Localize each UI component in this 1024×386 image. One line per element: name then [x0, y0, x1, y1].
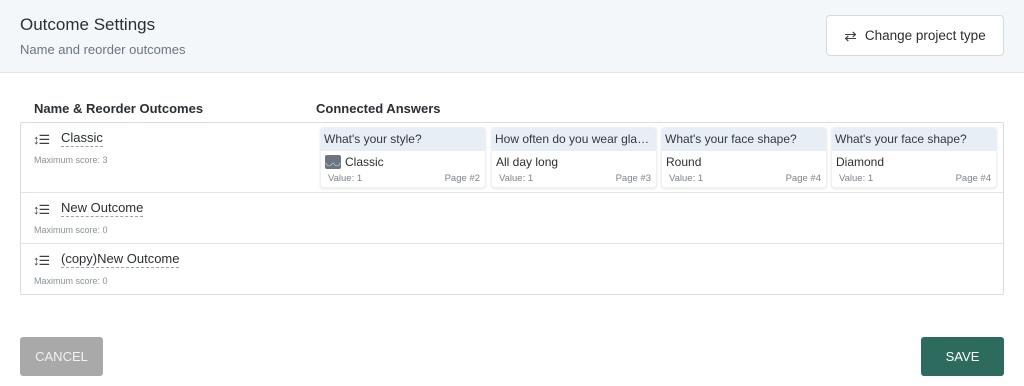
drag-handle-icon[interactable]: ↕☰ — [33, 202, 50, 218]
page-subtitle: Name and reorder outcomes — [20, 42, 186, 57]
answer-text: Diamond — [836, 155, 885, 169]
outcome-row: ↕☰ New Outcome Maximum score: 0 — [21, 193, 1003, 244]
answer-card[interactable]: How often do you wear glas... All day lo… — [491, 127, 657, 188]
answer-text: Round — [666, 155, 702, 169]
answer-page: Page #2 — [444, 173, 480, 184]
answer-card[interactable]: What's your style? ◡◡ Classic Value: 1 P… — [320, 127, 486, 188]
answer-page: Page #4 — [785, 173, 821, 184]
answer-card[interactable]: What's your face shape? Diamond Value: 1… — [831, 127, 997, 188]
change-project-type-button[interactable]: ⇄ Change project type — [826, 15, 1004, 56]
answer-content: ◡◡ Classic — [325, 155, 384, 169]
change-project-type-label: Change project type — [864, 28, 986, 43]
answer-value: Value: 1 — [499, 173, 534, 184]
answer-question: How often do you wear glas... — [492, 128, 656, 151]
answer-page: Page #4 — [955, 173, 991, 184]
drag-handle-icon[interactable]: ↕☰ — [33, 132, 50, 148]
answer-page: Page #3 — [615, 173, 651, 184]
answer-card[interactable]: What's your face shape? Round Value: 1 P… — [661, 127, 827, 188]
column-header-connected-answers: Connected Answers — [316, 101, 441, 116]
answer-content: Round — [666, 155, 701, 169]
answer-text: Classic — [345, 155, 384, 169]
answer-question: What's your style? — [321, 128, 485, 151]
answer-value: Value: 1 — [839, 173, 874, 184]
swap-arrows-icon: ⇄ — [844, 27, 857, 45]
page-title: Outcome Settings — [20, 15, 156, 34]
answer-question: What's your face shape? — [662, 128, 826, 151]
save-button[interactable]: SAVE — [921, 337, 1004, 376]
outcome-name[interactable]: (copy)New Outcome — [61, 251, 180, 268]
outcome-max-score: Maximum score: 3 — [34, 155, 108, 165]
outcomes-table: ↕☰ Classic Maximum score: 3 What's your … — [20, 122, 1004, 295]
outcome-name[interactable]: New Outcome — [61, 200, 144, 217]
answer-value: Value: 1 — [669, 173, 704, 184]
outcome-row: ↕☰ (copy)New Outcome Maximum score: 0 — [21, 244, 1003, 295]
cancel-button[interactable]: CANCEL — [20, 337, 103, 376]
outcome-name[interactable]: Classic — [61, 130, 103, 147]
answer-content: All day long — [496, 155, 558, 169]
outcome-max-score: Maximum score: 0 — [34, 276, 108, 286]
answer-text: All day long — [496, 155, 559, 169]
column-header-outcomes: Name & Reorder Outcomes — [34, 101, 204, 116]
settings-header: Outcome Settings Name and reorder outcom… — [0, 0, 1024, 73]
outcome-row: ↕☰ Classic Maximum score: 3 What's your … — [21, 123, 1003, 193]
drag-handle-icon[interactable]: ↕☰ — [33, 253, 50, 269]
answer-value: Value: 1 — [328, 173, 363, 184]
answer-question: What's your face shape? — [832, 128, 996, 151]
glasses-thumbnail-icon: ◡◡ — [325, 155, 341, 169]
outcome-max-score: Maximum score: 0 — [34, 225, 108, 235]
answer-content: Diamond — [836, 155, 884, 169]
